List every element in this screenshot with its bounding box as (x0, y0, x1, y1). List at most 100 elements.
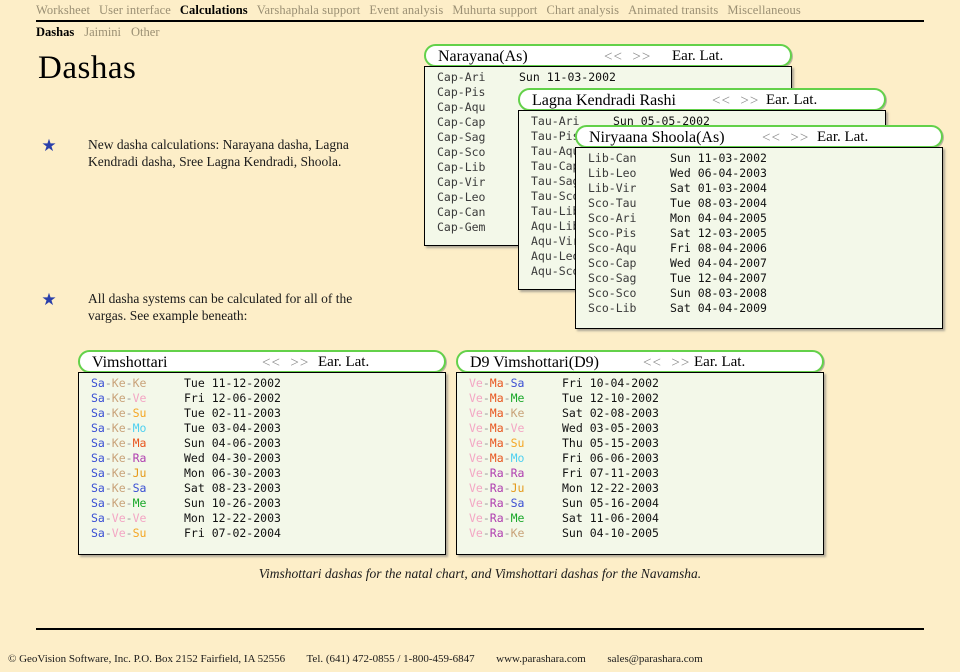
dasha-row[interactable]: Lib-Vir Sat 01-03-2004 (576, 181, 942, 196)
planet-token-ve: Ve (469, 376, 483, 390)
dasha-row[interactable]: Sa-Ke-Ke Tue 11-12-2002 (79, 376, 445, 391)
planet-token-su: Su (132, 406, 147, 420)
dasha-label: Cap-Can (437, 205, 486, 219)
prev-button[interactable]: << (762, 130, 781, 146)
dasha-label: Aqu-Vir (531, 234, 580, 248)
prev-button[interactable]: << (604, 49, 623, 65)
dasha-date: Sat 11-06-2004 (562, 511, 659, 525)
panel-list-vimshottari_d9[interactable]: Ve-Ma-Sa Fri 10-04-2002 Ve-Ma-Me Tue 12-10-… (456, 372, 824, 555)
ear-lat-button[interactable]: Ear. Lat. (318, 353, 369, 372)
planet-token-sa: Sa (91, 496, 105, 510)
dasha-row[interactable]: Ve-Ma-Ve Wed 03-05-2003 (457, 421, 823, 436)
dasha-label: Cap-Leo (437, 190, 486, 204)
dasha-row[interactable]: Ve-Ra-Me Sat 11-06-2004 (457, 511, 823, 526)
dasha-row[interactable]: Sco-Cap Wed 04-04-2007 (576, 256, 942, 271)
dasha-row[interactable]: Sco-Tau Tue 08-03-2004 (576, 196, 942, 211)
dasha-row[interactable]: Sa-Ke-Ve Fri 12-06-2002 (79, 391, 445, 406)
dasha-label: Sa-Ve-Su (91, 526, 147, 540)
dasha-date: Wed 04-04-2007 (670, 256, 767, 270)
dasha-date: Sun 11-03-2002 (519, 70, 616, 84)
dasha-label: Cap-Gem (437, 220, 486, 234)
dasha-row[interactable]: Sco-Sco Sun 08-03-2008 (576, 286, 942, 301)
dasha-row[interactable]: Sa-Ke-Sa Sat 08-23-2003 (79, 481, 445, 496)
planet-token-mo: Mo (510, 451, 525, 465)
footer: © GeoVision Software, Inc. P.O. Box 2152… (8, 653, 703, 665)
dasha-label: Ve-Ma-Ke (469, 406, 525, 420)
dasha-row[interactable]: Sa-Ke-Ra Wed 04-30-2003 (79, 451, 445, 466)
nav-item-event-analysis[interactable]: Event analysis (369, 3, 443, 17)
nav-item-user-interface[interactable]: User interface (99, 3, 171, 17)
panel-title: Vimshottari (92, 354, 168, 371)
dasha-row[interactable]: Ve-Ra-Ra Fri 07-11-2003 (457, 466, 823, 481)
next-button[interactable]: >> (790, 130, 809, 146)
planet-token-ve: Ve (132, 511, 147, 525)
dasha-row[interactable]: Ve-Ra-Ke Sun 04-10-2005 (457, 526, 823, 541)
dasha-date: Thu 05-15-2003 (562, 436, 659, 450)
dasha-row[interactable]: Lib-Can Sun 11-03-2002 (576, 151, 942, 166)
dasha-date: Sat 12-03-2005 (670, 226, 767, 240)
dasha-row[interactable]: Ve-Ma-Su Thu 05-15-2003 (457, 436, 823, 451)
planet-token-ke: Ke (111, 481, 126, 495)
dasha-row[interactable]: Sco-Aqu Fri 08-04-2006 (576, 241, 942, 256)
dasha-row[interactable]: Sco-Sag Tue 12-04-2007 (576, 271, 942, 286)
dasha-row[interactable]: Sa-Ve-Ve Mon 12-22-2003 (79, 511, 445, 526)
star-icon: ★ (41, 290, 57, 309)
footer-email-link[interactable]: sales@parashara.com (607, 653, 702, 665)
nav-item-animated-transits[interactable]: Animated transits (628, 3, 718, 17)
dasha-row[interactable]: Sco-Pis Sat 12-03-2005 (576, 226, 942, 241)
next-button[interactable]: >> (671, 355, 690, 371)
subnav-item-other[interactable]: Other (131, 25, 159, 39)
dasha-date: Fri 07-02-2004 (184, 526, 281, 540)
dasha-row[interactable]: Ve-Ra-Sa Sun 05-16-2004 (457, 496, 823, 511)
dasha-row[interactable]: Ve-Ma-Mo Fri 06-06-2003 (457, 451, 823, 466)
footer-website-link[interactable]: www.parashara.com (496, 653, 586, 665)
nav-item-varshaphala-support[interactable]: Varshaphala support (257, 3, 361, 17)
nav-item-chart-analysis[interactable]: Chart analysis (547, 3, 620, 17)
dasha-row[interactable]: Sa-Ke-Su Tue 02-11-2003 (79, 406, 445, 421)
ear-lat-button[interactable]: Ear. Lat. (694, 353, 745, 372)
page-title: Dashas (38, 50, 137, 86)
dasha-row[interactable]: Sco-Lib Sat 04-04-2009 (576, 301, 942, 316)
planet-token-ve: Ve (510, 421, 525, 435)
panel-title: Narayana(As) (438, 48, 528, 65)
nav-item-worksheet[interactable]: Worksheet (36, 3, 90, 17)
dasha-label: Sa-Ke-Ma (91, 436, 147, 450)
dasha-row[interactable]: Sa-Ke-Me Sun 10-26-2003 (79, 496, 445, 511)
nav-item-muhurta-support[interactable]: Muhurta support (452, 3, 537, 17)
dasha-row[interactable]: Ve-Ra-Ju Mon 12-22-2003 (457, 481, 823, 496)
nav-item-miscellaneous[interactable]: Miscellaneous (727, 3, 801, 17)
ear-lat-button[interactable]: Ear. Lat. (766, 91, 817, 110)
subnav-item-dashas[interactable]: Dashas (36, 25, 74, 39)
planet-token-ra: Ra (132, 451, 147, 465)
nav-item-calculations[interactable]: Calculations (180, 3, 248, 17)
dasha-row[interactable]: Sa-Ke-Ma Sun 04-06-2003 (79, 436, 445, 451)
dasha-row[interactable]: Sa-Ke-Mo Tue 03-04-2003 (79, 421, 445, 436)
panel-list-niryaana_shoola[interactable]: Lib-Can Sun 11-03-2002 Lib-Leo Wed 06-04-20… (575, 147, 943, 329)
dasha-row[interactable]: Sa-Ke-Ju Mon 06-30-2003 (79, 466, 445, 481)
subnav-item-jaimini[interactable]: Jaimini (84, 25, 121, 39)
panel-nav-controls: << >> (262, 354, 309, 372)
ear-lat-button[interactable]: Ear. Lat. (672, 47, 723, 66)
ear-lat-button[interactable]: Ear. Lat. (817, 128, 868, 147)
next-button[interactable]: >> (740, 93, 759, 109)
panel-niryaana-shoola: Niryaana Shoola(As) << >> Ear. Lat. Lib-Can… (575, 125, 943, 329)
dasha-label: Sa-Ke-Me (91, 496, 147, 510)
dasha-row[interactable]: Sa-Ve-Su Fri 07-02-2004 (79, 526, 445, 541)
dasha-label: Cap-Lib (437, 160, 486, 174)
dasha-date: Sat 08-23-2003 (184, 481, 281, 495)
dasha-label: Lib-Leo (588, 166, 637, 180)
prev-button[interactable]: << (712, 93, 731, 109)
panel-list-vimshottari[interactable]: Sa-Ke-Ke Tue 11-12-2002 Sa-Ke-Ve Fri 12-06-… (78, 372, 446, 555)
dasha-row[interactable]: Ve-Ma-Me Tue 12-10-2002 (457, 391, 823, 406)
dasha-row[interactable]: Ve-Ma-Ke Sat 02-08-2003 (457, 406, 823, 421)
dasha-label: Tau-Ari (531, 114, 580, 128)
dasha-row[interactable]: Lib-Leo Wed 06-04-2003 (576, 166, 942, 181)
dasha-row[interactable]: Ve-Ma-Sa Fri 10-04-2002 (457, 376, 823, 391)
prev-button[interactable]: << (262, 355, 281, 371)
dasha-row[interactable]: Cap-Ari Sun 11-03-2002 (425, 70, 791, 85)
dasha-row[interactable]: Sco-Ari Mon 04-04-2005 (576, 211, 942, 226)
next-button[interactable]: >> (632, 49, 651, 65)
next-button[interactable]: >> (290, 355, 309, 371)
prev-button[interactable]: << (643, 355, 662, 371)
planet-token-ke: Ke (510, 526, 525, 540)
